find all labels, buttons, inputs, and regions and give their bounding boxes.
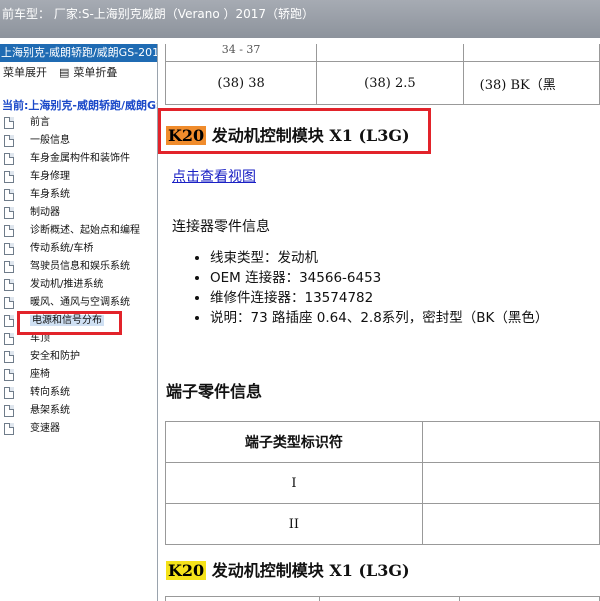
list-item: OEM 连接器：34566-6453 [210, 268, 548, 288]
list-item: 说明：73 路插座 0.64、2.8系列，密封型（BK（黑色） [210, 308, 548, 328]
document-icon [4, 225, 14, 237]
table-cell [421, 503, 600, 545]
table-row [164, 596, 600, 601]
tree-item[interactable]: 车身金属构件和装饰件 [4, 150, 157, 168]
document-icon [4, 135, 14, 147]
table-row: I [165, 462, 600, 504]
table-cell: (38) 38 [164, 61, 318, 105]
terminal-table: 端子类型标识符 I II [165, 421, 600, 545]
document-icon [4, 423, 14, 435]
terminal-info-title: 端子零件信息 [166, 382, 263, 401]
tree-item[interactable]: 变速器 [4, 420, 157, 438]
tree-item[interactable]: 一般信息 [4, 132, 157, 150]
table-cell: (38) 2.5 [316, 61, 464, 105]
document-icon [4, 243, 14, 255]
document-icon [4, 369, 14, 381]
sidebar: 上海别克-威朗轿跑/威朗GS-2017 菜单展开 ▤ 菜单折叠 当前:上海别克-威朗… [0, 44, 158, 601]
grid-icon: ▤ [59, 66, 70, 79]
connector-info-list: 线束类型：发动机 OEM 连接器：34566-6453 维修件连接器：13574… [194, 248, 548, 328]
table-header-cell: 端子类型标识符 [165, 421, 423, 463]
list-item: 线束类型：发动机 [210, 248, 548, 268]
tree-item[interactable]: 车身系统 [4, 186, 157, 204]
table-row: 34 - 37 [164, 44, 600, 62]
document-icon [4, 189, 14, 201]
tree-item[interactable]: 前言 [4, 114, 157, 132]
table-header-cell [421, 421, 600, 463]
document-icon [4, 333, 14, 345]
document-icon [4, 171, 14, 183]
sidebar-header: 上海别克-威朗轿跑/威朗GS-2017 [0, 44, 157, 62]
table-cell [319, 596, 461, 601]
table-cell [462, 44, 600, 62]
window-title: 前车型： 厂家:S-上海别克威朗（Verano ）2017（轿跑） [2, 7, 315, 21]
next-table [164, 596, 600, 601]
tree-item[interactable]: 制动器 [4, 204, 157, 222]
current-vehicle: 当前:上海别克-威朗轿跑/威朗GS [2, 99, 157, 112]
table-row: (38) 38 (38) 2.5 (38) BK（黑 [164, 61, 600, 105]
module-title: 发动机控制模块 X1 (L3G) [211, 561, 410, 580]
document-icon [4, 279, 14, 291]
table-cell: (38) BK（黑 [462, 61, 600, 105]
tree-item[interactable]: 暖风、通风与空调系统 [4, 294, 157, 312]
content-pane: 34 - 37 (38) 38 (38) 2.5 (38) BK（黑 K20 发… [157, 44, 600, 601]
table-cell: 34 - 37 [164, 44, 318, 62]
document-icon [4, 387, 14, 399]
list-item: 维修件连接器：13574782 [210, 288, 548, 308]
heading-highlight [158, 108, 431, 154]
table-cell [459, 596, 600, 601]
tree-item[interactable]: 座椅 [4, 366, 157, 384]
table-cell [164, 596, 321, 601]
pin-table: 34 - 37 (38) 38 (38) 2.5 (38) BK（黑 [164, 44, 600, 105]
selected-item-highlight [17, 311, 122, 335]
table-row: 端子类型标识符 [165, 421, 600, 463]
module-heading-2: K20 发动机控制模块 X1 (L3G) [166, 557, 410, 581]
tree-item[interactable]: 悬架系统 [4, 402, 157, 420]
view-diagram-link[interactable]: 点击查看视图 [172, 166, 256, 186]
module-tag: K20 [166, 561, 207, 580]
table-cell: II [165, 503, 423, 545]
sidebar-tree: 前言 一般信息 车身金属构件和装饰件 车身修理 车身系统 制动器 诊断概述、起始… [0, 114, 157, 438]
tree-item[interactable]: 传动系统/车桥 [4, 240, 157, 258]
document-icon [4, 315, 14, 327]
document-icon [4, 351, 14, 363]
table-cell [316, 44, 464, 62]
document-icon [4, 405, 14, 417]
connector-info-title: 连接器零件信息 [172, 219, 270, 235]
table-cell: I [165, 462, 423, 504]
document-icon [4, 261, 14, 273]
tree-item[interactable]: 安全和防护 [4, 348, 157, 366]
table-cell [421, 462, 600, 504]
menu-expand-button[interactable]: 菜单展开 [3, 66, 47, 79]
tree-item[interactable]: 发动机/推进系统 [4, 276, 157, 294]
menu-collapse-button[interactable]: 菜单折叠 [73, 66, 117, 79]
document-icon [4, 153, 14, 165]
tree-item[interactable]: 诊断概述、起始点和编程 [4, 222, 157, 240]
tree-item[interactable]: 转向系统 [4, 384, 157, 402]
title-bar: 前车型： 厂家:S-上海别克威朗（Verano ）2017（轿跑） [0, 0, 600, 38]
tree-item[interactable]: 驾驶员信息和娱乐系统 [4, 258, 157, 276]
tree-item[interactable]: 车身修理 [4, 168, 157, 186]
document-icon [4, 117, 14, 129]
sidebar-toolbar: 菜单展开 ▤ 菜单折叠 [0, 62, 157, 84]
table-row: II [165, 503, 600, 545]
document-icon [4, 297, 14, 309]
document-icon [4, 207, 14, 219]
